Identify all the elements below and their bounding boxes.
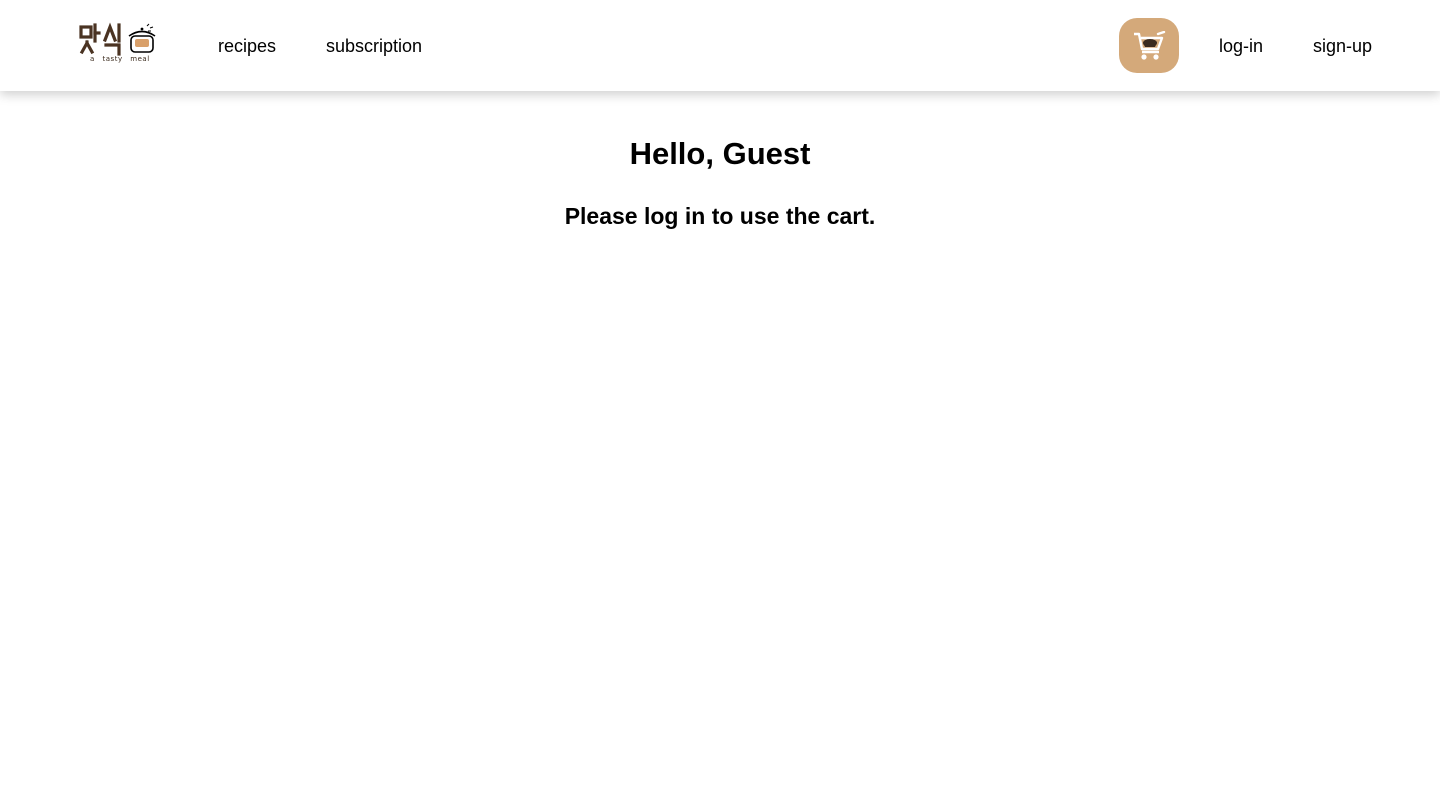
logo-mark-icon — [79, 22, 156, 56]
nav-subscription-link[interactable]: subscription — [326, 34, 422, 58]
cooking-pot-icon — [128, 23, 156, 53]
top-navbar: a tasty meal recipes subscription log-in… — [0, 0, 1440, 91]
cart-button[interactable] — [1119, 18, 1179, 73]
nav-signup-link[interactable]: sign-up — [1313, 34, 1372, 58]
greeting-heading: Hello, Guest — [629, 136, 811, 171]
nav-recipes-link[interactable]: recipes — [218, 34, 276, 58]
logo-tagline: a tasty meal — [90, 55, 150, 63]
nav-login-link[interactable]: log-in — [1219, 34, 1263, 58]
login-required-message: Please log in to use the cart. — [564, 203, 876, 229]
site-logo[interactable]: a tasty meal — [78, 22, 158, 66]
shopping-cart-icon — [1134, 30, 1166, 60]
